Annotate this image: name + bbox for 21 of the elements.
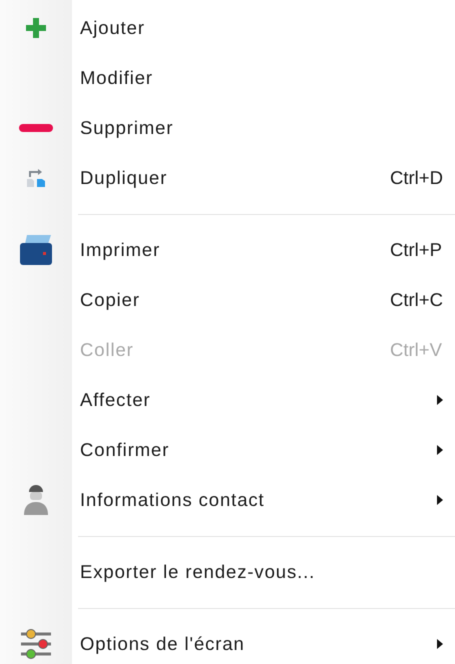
menu-item[interactable]: Modifier	[0, 53, 455, 103]
shortcut-label: Ctrl+V	[390, 339, 443, 361]
sliders-icon	[19, 629, 53, 659]
menu-item[interactable]: Imprimer Ctrl+P	[0, 225, 455, 275]
person-icon	[23, 484, 49, 516]
printer-icon	[19, 234, 53, 266]
menu-item[interactable]: Affecter	[0, 375, 455, 425]
duplicate-icon	[25, 168, 47, 188]
menu-item[interactable]: Supprimer	[0, 103, 455, 153]
menu-item[interactable]: Ajouter	[0, 3, 455, 53]
menu-item[interactable]: Options de l'écran	[0, 619, 455, 664]
plus-icon	[25, 17, 47, 39]
menu-item[interactable]: Informations contact	[0, 475, 455, 525]
shortcut-label: Ctrl+P	[390, 239, 443, 261]
shortcut-label: Ctrl+C	[390, 289, 444, 311]
minus-icon	[19, 124, 53, 132]
menu-item[interactable]: Copier Ctrl+C	[0, 275, 455, 325]
menu-item[interactable]: Dupliquer Ctrl+D	[0, 153, 455, 203]
menu-item[interactable]: Exporter le rendez-vous...	[0, 547, 455, 597]
shortcut-label: Ctrl+D	[390, 167, 444, 189]
menu-item[interactable]: Confirmer	[0, 425, 455, 475]
